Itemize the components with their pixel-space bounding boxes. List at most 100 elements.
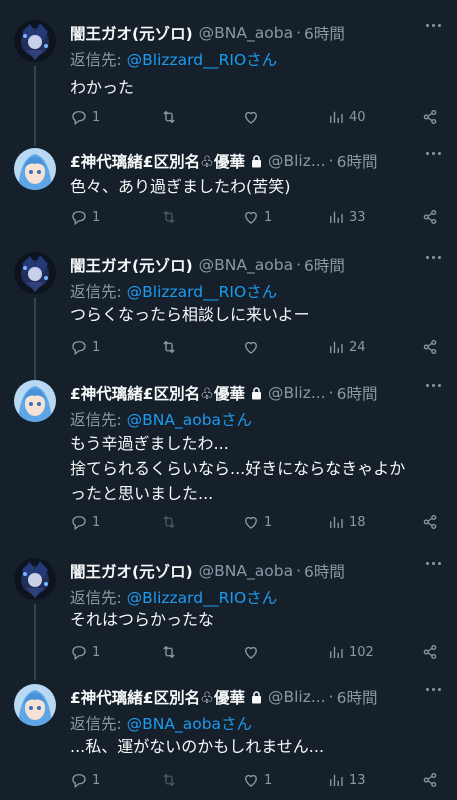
separator-dot: · [328, 688, 334, 706]
more-options-icon[interactable] [426, 562, 441, 565]
author-handle[interactable]: @BNA_aoba [199, 24, 293, 42]
share-button[interactable] [421, 513, 439, 531]
reply-mention[interactable]: @Blizzard__RIOさん [127, 283, 278, 301]
retweet-button[interactable] [160, 338, 182, 356]
tweet[interactable]: £神代璃緒£区別名♧優華 @Bliz... · 6時間 色々、あり過ぎましたわ(… [0, 148, 457, 258]
tweet-text-line: ...私、運がないのかもしれません... [70, 737, 325, 756]
author-name[interactable]: £神代璃緒£区別名♧優華 [70, 382, 245, 404]
avatar[interactable] [14, 148, 56, 190]
tweet-header: £神代璃緒£区別名♧優華 @Bliz... · 6時間 [70, 684, 457, 710]
reply-icon [72, 516, 86, 531]
reply-icon [72, 111, 86, 126]
tweet-text: つらくなったら相談しに来いよー [70, 302, 439, 327]
retweet-icon [163, 515, 175, 529]
reply-mention[interactable]: @BNA_aobaさん [127, 715, 252, 733]
views-button[interactable]: 102 [327, 643, 374, 661]
author-name[interactable]: 闇王ガオ(元ゾロ) [70, 254, 193, 276]
author-handle[interactable]: @Bliz... [268, 384, 326, 402]
reply-mention[interactable]: @BNA_aobaさん [127, 411, 252, 429]
reply-count: 1 [92, 644, 101, 660]
avatar[interactable] [14, 252, 56, 294]
timestamp[interactable]: 6時間 [304, 254, 345, 276]
avatar[interactable] [14, 380, 56, 422]
avatar[interactable] [14, 20, 56, 62]
timestamp[interactable]: 6時間 [304, 560, 345, 582]
reply-button[interactable]: 1 [70, 771, 100, 789]
reply-button[interactable]: 1 [70, 513, 100, 531]
avatar[interactable] [14, 684, 56, 726]
reply-mention[interactable]: @Blizzard__RIOさん [127, 51, 278, 69]
tweet-text-line: ったと思いました... [70, 484, 214, 503]
view-count: 33 [349, 209, 366, 225]
views-button[interactable]: 13 [327, 771, 366, 789]
view-count: 102 [349, 644, 374, 660]
author-handle[interactable]: @BNA_aoba [199, 562, 293, 580]
more-options-icon[interactable] [426, 152, 441, 155]
like-count: 1 [264, 514, 273, 530]
views-button[interactable]: 18 [327, 513, 366, 531]
more-options-icon[interactable] [426, 24, 441, 27]
tweet[interactable]: £神代璃緒£区別名♧優華 @Bliz... · 6時間 返信先: @BNA_ao… [0, 380, 457, 540]
share-button[interactable] [421, 108, 439, 126]
reply-button[interactable]: 1 [70, 108, 100, 126]
share-button[interactable] [421, 208, 439, 226]
share-button[interactable] [421, 338, 439, 356]
separator-dot: · [296, 24, 302, 42]
like-button[interactable] [242, 108, 264, 126]
tweet[interactable]: £神代璃緒£区別名♧優華 @Bliz... · 6時間 返信先: @BNA_ao… [0, 684, 457, 800]
reply-button[interactable]: 1 [70, 338, 100, 356]
tweet-header: 闇王ガオ(元ゾロ) @BNA_aoba · 6時間 [70, 558, 457, 584]
thread-line [34, 66, 36, 146]
reply-prefix: 返信先: [70, 51, 127, 69]
timestamp[interactable]: 6時間 [337, 686, 378, 708]
share-button[interactable] [421, 643, 439, 661]
author-name[interactable]: 闇王ガオ(元ゾロ) [70, 22, 193, 44]
reply-count: 1 [92, 109, 101, 125]
author-handle[interactable]: @Bliz... [268, 152, 326, 170]
author-name[interactable]: £神代璃緒£区別名♧優華 [70, 686, 245, 708]
timestamp[interactable]: 6時間 [337, 382, 378, 404]
author-handle[interactable]: @BNA_aoba [199, 256, 293, 274]
retweet-button[interactable] [160, 108, 182, 126]
heart-icon [245, 646, 257, 659]
views-button[interactable]: 24 [327, 338, 366, 356]
timestamp[interactable]: 6時間 [337, 150, 378, 172]
retweet-button[interactable] [160, 643, 182, 661]
views-button[interactable]: 40 [327, 108, 366, 126]
author-name[interactable]: 闇王ガオ(元ゾロ) [70, 560, 193, 582]
author-handle[interactable]: @Bliz... [268, 688, 326, 706]
action-bar: 1 1 18 [70, 511, 439, 533]
like-button[interactable] [242, 338, 264, 356]
views-button[interactable]: 33 [327, 208, 366, 226]
like-count: 1 [264, 772, 273, 788]
more-options-icon[interactable] [426, 384, 441, 387]
share-button[interactable] [421, 771, 439, 789]
tweet[interactable]: 闇王ガオ(元ゾロ) @BNA_aoba · 6時間 返信先: @Blizzard… [0, 252, 457, 382]
retweet-icon [163, 110, 175, 124]
tweet-text: もう辛過ぎましたわ... 捨てられるくらいなら...好きにならなきゃよか ったと… [70, 431, 439, 506]
like-button[interactable] [242, 643, 264, 661]
timestamp[interactable]: 6時間 [304, 22, 345, 44]
reply-prefix: 返信先: [70, 589, 127, 607]
action-bar: 1 40 [70, 106, 439, 128]
reply-button[interactable]: 1 [70, 208, 100, 226]
analytics-icon [330, 774, 343, 786]
reply-context: 返信先: @Blizzard__RIOさん [70, 48, 277, 70]
reply-count: 1 [92, 339, 101, 355]
more-options-icon[interactable] [426, 256, 441, 259]
reply-prefix: 返信先: [70, 411, 127, 429]
separator-dot: · [296, 562, 302, 580]
reply-button[interactable]: 1 [70, 643, 100, 661]
like-button[interactable]: 1 [242, 208, 272, 226]
author-name[interactable]: £神代璃緒£区別名♧優華 [70, 150, 245, 172]
like-button[interactable]: 1 [242, 771, 272, 789]
tweet-text-line: 色々、あり過ぎましたわ(苦笑) [70, 177, 291, 196]
separator-dot: · [328, 152, 334, 170]
avatar[interactable] [14, 558, 56, 600]
like-button[interactable]: 1 [242, 513, 272, 531]
more-options-icon[interactable] [426, 688, 441, 691]
reply-mention[interactable]: @Blizzard__RIOさん [127, 589, 278, 607]
tweet[interactable]: 闇王ガオ(元ゾロ) @BNA_aoba · 6時間 返信先: @Blizzard… [0, 558, 457, 680]
tweet-text: ...私、運がないのかもしれません... [70, 734, 439, 759]
tweet[interactable]: 闇王ガオ(元ゾロ) @BNA_aoba · 6時間 返信先: @Blizzard… [0, 20, 457, 146]
